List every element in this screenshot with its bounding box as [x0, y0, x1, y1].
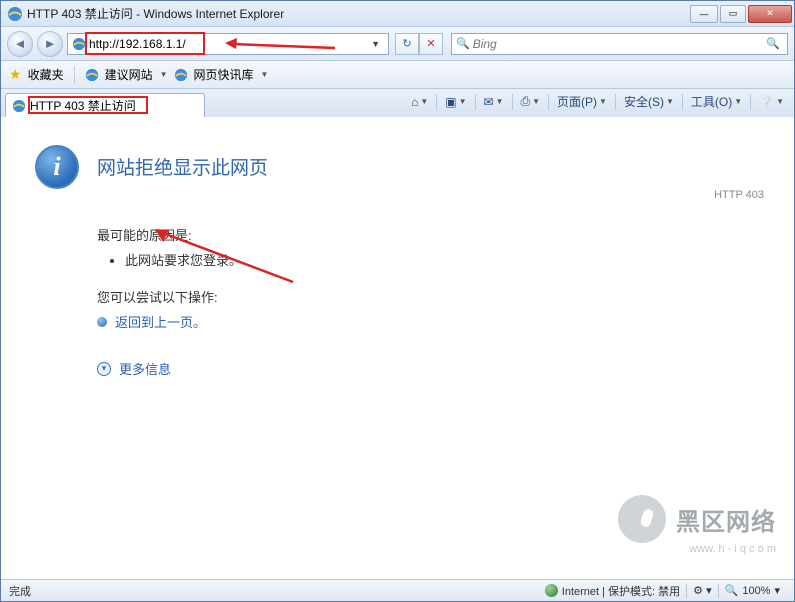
- watermark-text: 黑区网络: [676, 502, 776, 537]
- cause-item: 此网站要求您登录。: [125, 250, 754, 269]
- home-button[interactable]: ⌂▼: [407, 93, 432, 111]
- page-menu[interactable]: 页面(P)▼: [553, 91, 611, 112]
- tab-active[interactable]: HTTP 403 禁止访问: [5, 93, 205, 117]
- try-label: 您可以尝试以下操作:: [97, 287, 754, 306]
- status-bar: 完成 Internet | 保护模式: 禁用 ⚙ ▾ 🔍 100% ▾: [1, 579, 794, 601]
- ie-icon: [85, 68, 99, 82]
- search-box[interactable]: 🔍 🔍: [451, 33, 788, 55]
- favorites-bar: ★ 收藏夹 建议网站 ▼ 网页快讯库 ▼: [1, 61, 794, 89]
- tools-menu[interactable]: 工具(O)▼: [687, 91, 746, 112]
- help-button[interactable]: ❔▼: [755, 93, 788, 111]
- stop-button[interactable]: ✕: [419, 33, 443, 55]
- status-zoom[interactable]: 🔍 100% ▾: [719, 584, 786, 597]
- web-slices[interactable]: 网页快讯库: [194, 66, 254, 83]
- more-info-link[interactable]: 更多信息: [119, 359, 171, 378]
- zoom-icon: 🔍: [725, 584, 739, 597]
- mail-button[interactable]: ✉▼: [480, 93, 508, 111]
- watermark: 黑区网络: [618, 495, 776, 543]
- ie-icon: [174, 68, 188, 82]
- separator: [74, 66, 75, 84]
- page-heading: 网站拒绝显示此网页: [97, 153, 268, 180]
- bullet-icon: [97, 317, 107, 327]
- addr-dropdown-icon[interactable]: ▼: [367, 39, 384, 49]
- rss-button[interactable]: ▣▼: [441, 93, 470, 111]
- cause-label: 最可能的原因是:: [97, 225, 754, 244]
- minimize-button[interactable]: —: [690, 5, 718, 23]
- page-content: i 网站拒绝显示此网页 HTTP 403 最可能的原因是: 此网站要求您登录。 …: [1, 117, 794, 579]
- watermark-icon: [618, 495, 666, 543]
- globe-icon: [545, 584, 558, 597]
- tab-title: HTTP 403 禁止访问: [30, 97, 136, 114]
- suggested-sites[interactable]: 建议网站: [105, 66, 153, 83]
- status-mode[interactable]: ⚙ ▾: [687, 584, 717, 597]
- command-bar: ⌂▼ ▣▼ ✉▼ ⎙▼ 页面(P)▼ 安全(S)▼ 工具(O)▼ ❔▼: [407, 91, 788, 112]
- refresh-button[interactable]: ↻: [395, 33, 419, 55]
- info-icon: i: [35, 145, 79, 189]
- address-bar[interactable]: ▼: [67, 33, 389, 55]
- titlebar: HTTP 403 禁止访问 - Windows Internet Explore…: [1, 1, 794, 27]
- tab-row: HTTP 403 禁止访问 ⌂▼ ▣▼ ✉▼ ⎙▼ 页面(P)▼ 安全(S)▼ …: [1, 89, 794, 117]
- search-input[interactable]: [473, 37, 767, 51]
- safety-menu[interactable]: 安全(S)▼: [620, 91, 678, 112]
- ie-icon: [12, 99, 26, 113]
- watermark-sub: www. h - i q c o m: [689, 543, 776, 555]
- http-code: HTTP 403: [714, 189, 764, 201]
- navbar: ◄ ► ▼ ↻ ✕ 🔍 🔍: [1, 27, 794, 61]
- search-go-icon[interactable]: 🔍: [766, 37, 780, 50]
- status-zone[interactable]: Internet | 保护模式: 禁用: [539, 583, 686, 599]
- ie-icon: [72, 37, 86, 51]
- url-input[interactable]: [89, 37, 367, 51]
- dropdown-icon[interactable]: ▼: [261, 70, 269, 79]
- star-icon[interactable]: ★: [9, 66, 22, 83]
- forward-button[interactable]: ►: [37, 31, 63, 57]
- ie-icon: [7, 6, 23, 22]
- search-icon: 🔍: [456, 37, 470, 50]
- back-button[interactable]: ◄: [7, 31, 33, 57]
- window-title: HTTP 403 禁止访问 - Windows Internet Explore…: [27, 5, 690, 22]
- close-button[interactable]: ✕: [748, 5, 792, 23]
- back-link[interactable]: 返回到上一页。: [115, 312, 206, 331]
- expand-icon[interactable]: ▾: [97, 362, 111, 376]
- ie-window: HTTP 403 禁止访问 - Windows Internet Explore…: [0, 0, 795, 602]
- maximize-button[interactable]: ▭: [720, 5, 746, 23]
- favorites-label[interactable]: 收藏夹: [28, 66, 64, 83]
- status-done: 完成: [9, 583, 539, 599]
- print-button[interactable]: ⎙▼: [517, 92, 545, 111]
- dropdown-icon[interactable]: ▼: [160, 70, 168, 79]
